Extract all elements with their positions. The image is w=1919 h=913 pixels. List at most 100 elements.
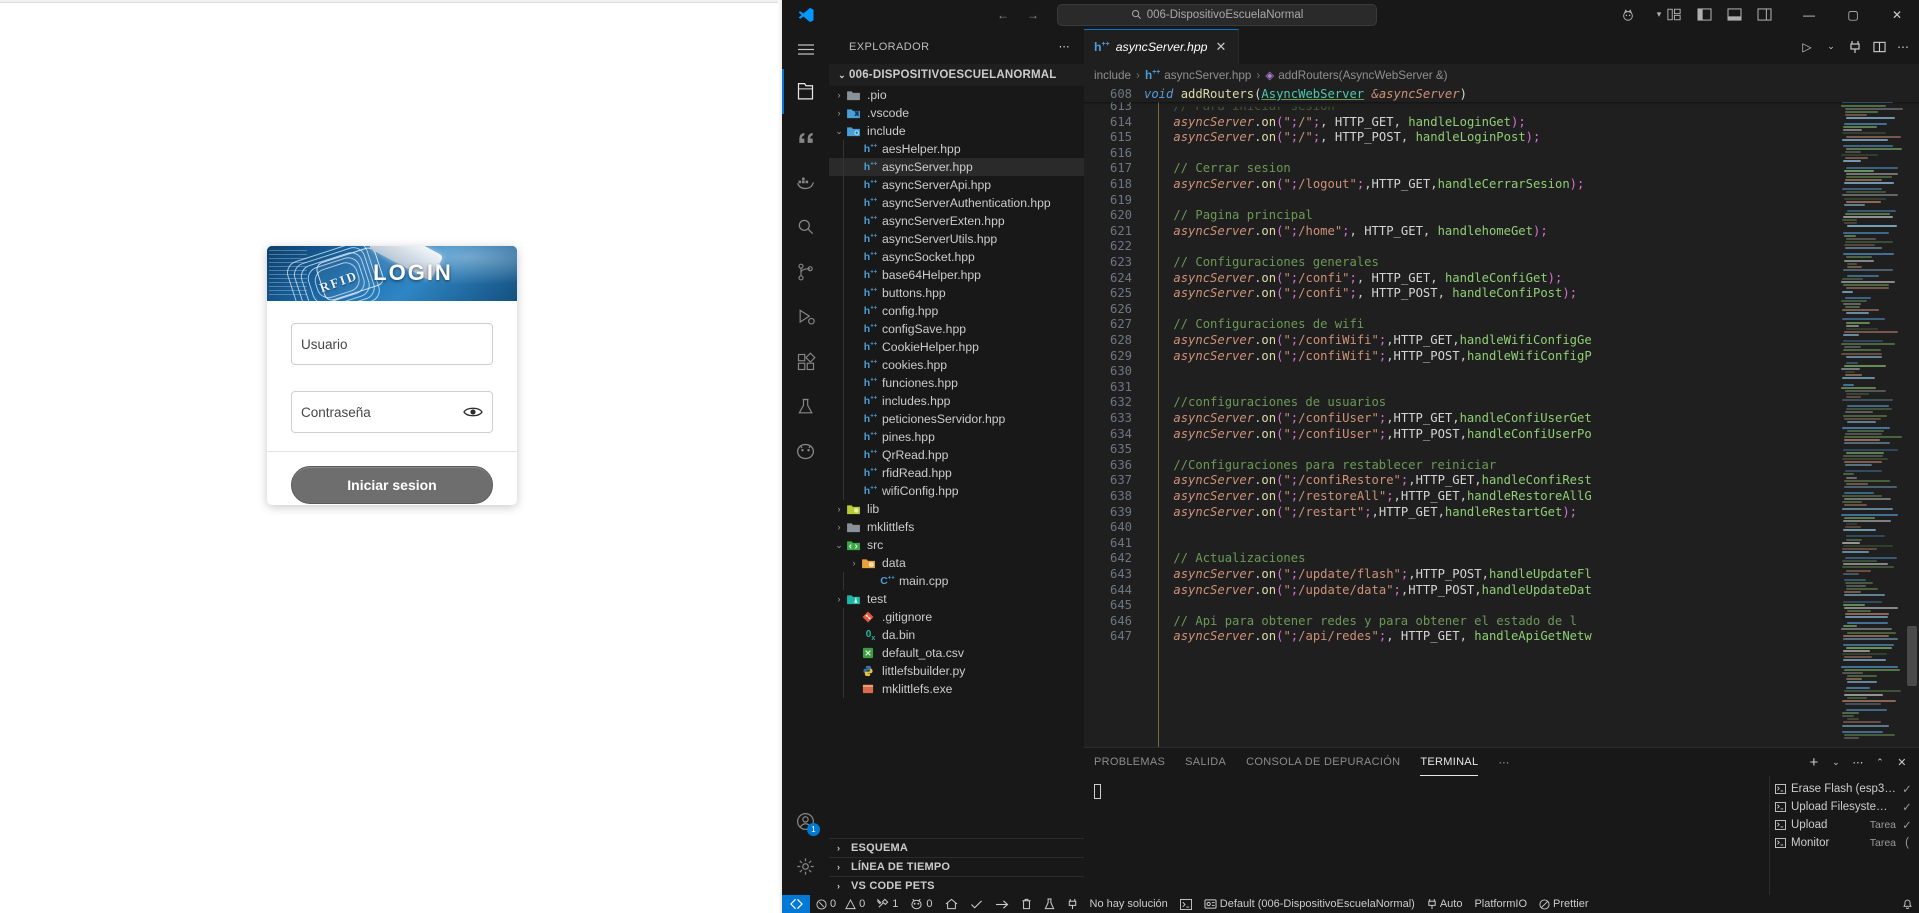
docker-icon[interactable] [782, 159, 829, 204]
tree-file-row[interactable]: h++ asyncServer.hpp [829, 158, 1084, 176]
code-line[interactable]: //Configuraciones para restablecer reini… [1144, 458, 1496, 472]
platformio-icon[interactable] [782, 429, 829, 474]
code-line[interactable]: // Pagina principal [1144, 208, 1313, 222]
run-and-debug-icon[interactable] [782, 294, 829, 339]
terminal-list-item[interactable]: Erase Flash (esp32de... ✓ [1770, 780, 1919, 798]
tree-file-row[interactable]: h++ base64Helper.hpp [829, 266, 1084, 284]
arrow-left-icon[interactable]: ← [995, 8, 1011, 22]
code-line[interactable]: asyncServer.on(";/restart";,HTTP_GET,han… [1144, 505, 1577, 519]
sidebar-panel-esquema[interactable]: › ESQUEMA [829, 838, 1084, 857]
serial-monitor-icon[interactable] [1843, 40, 1867, 54]
ellipsis-icon[interactable]: ⋯ [1053, 40, 1076, 53]
window-close-button[interactable]: ✕ [1875, 8, 1919, 22]
tree-file-row[interactable]: .gitignore [829, 608, 1084, 626]
tree-folder-row[interactable]: › lib [829, 500, 1084, 518]
extensions-icon[interactable] [782, 339, 829, 384]
run-icon[interactable]: ▷ [1795, 40, 1819, 54]
tree-file-row[interactable]: h++ funciones.hpp [829, 374, 1084, 392]
tree-file-row[interactable]: h++ aesHelper.hpp [829, 140, 1084, 158]
file-tree[interactable]: › .pio › .vscode ⌄ include h++ aesHelper.hpp h++… [829, 86, 1084, 838]
status-board-env[interactable]: Default (006-DispositivoEscuelaNormal) [1198, 895, 1421, 913]
tree-file-row[interactable]: h++ CookieHelper.hpp [829, 338, 1084, 356]
tree-folder-row[interactable]: › mklittlefs [829, 518, 1084, 536]
terminal-list-item[interactable]: Upload Tarea ✓ [1770, 816, 1919, 834]
status-clean-button[interactable] [1015, 895, 1038, 913]
tree-file-row[interactable]: mklittlefs.exe [829, 680, 1084, 698]
tree-file-row[interactable]: h++ cookies.hpp [829, 356, 1084, 374]
tree-file-row[interactable]: h++ includes.hpp [829, 392, 1084, 410]
chevron-down-icon[interactable]: ⌄ [831, 540, 847, 551]
status-build-check-button[interactable] [964, 895, 989, 913]
new-terminal-icon[interactable]: + [1803, 754, 1825, 771]
status-serial-port[interactable]: Auto [1421, 895, 1469, 913]
tree-folder-row[interactable]: › .vscode [829, 104, 1084, 122]
tree-file-row[interactable]: littlefsbuilder.py [829, 662, 1084, 680]
chevron-down-icon[interactable]: ⌄ [1819, 41, 1843, 52]
tree-file-row[interactable]: h++ asyncServerUtils.hpp [829, 230, 1084, 248]
chevron-right-icon[interactable]: › [831, 108, 847, 118]
tree-file-row[interactable]: h++ wifiConfig.hpp [829, 482, 1084, 500]
accounts-icon[interactable]: 1 [782, 799, 829, 844]
code-line[interactable]: // Actualizaciones [1144, 551, 1305, 565]
code-viewport[interactable]: 608 void addRouters(AsyncWebServer &asyn… [1084, 86, 1919, 747]
minimap[interactable] [1839, 86, 1905, 747]
code-line[interactable]: asyncServer.on(";/confi";, HTTP_GET, han… [1144, 271, 1562, 285]
chevron-down-icon[interactable]: ▾ [1651, 9, 1667, 20]
status-platformio-label[interactable]: PlatformIO [1468, 895, 1533, 913]
code-line[interactable]: asyncServer.on(";/confiRestore";,HTTP_GE… [1144, 473, 1592, 487]
tree-file-row[interactable]: default_ota.csv [829, 644, 1084, 662]
code-line[interactable]: asyncServer.on(";/update/flash";,HTTP_PO… [1144, 567, 1592, 581]
ellipsis-icon[interactable]: ⋯ [1847, 756, 1869, 769]
tree-file-row[interactable]: h++ buttons.hpp [829, 284, 1084, 302]
explorer-icon[interactable] [782, 69, 829, 114]
tree-file-row[interactable]: h++ pines.hpp [829, 428, 1084, 446]
tree-folder-row[interactable]: ⌄ include [829, 122, 1084, 140]
code-line[interactable]: asyncServer.on(";/confiUser";,HTTP_POST,… [1144, 427, 1592, 441]
vscode-pets-icon[interactable] [1621, 8, 1651, 22]
tree-file-row[interactable]: h++ rfidRead.hpp [829, 464, 1084, 482]
code-line[interactable]: asyncServer.on(";/update/data";,HTTP_POS… [1144, 583, 1592, 597]
settings-gear-icon[interactable] [782, 844, 829, 889]
breadcrumb-symbol[interactable]: ◈ addRouters(AsyncWebServer &) [1265, 68, 1447, 82]
sidebar-panel-timeline[interactable]: › LÍNEA DE TIEMPO [829, 857, 1084, 876]
code-line[interactable]: // Cerrar sesion [1144, 161, 1291, 175]
code-line[interactable]: asyncServer.on(";/confiWifi";,HTTP_GET,h… [1144, 333, 1592, 347]
tree-folder-row[interactable]: › test [829, 590, 1084, 608]
arrow-right-icon[interactable]: → [1025, 8, 1041, 22]
login-submit-button[interactable]: Iniciar sesion [291, 466, 493, 504]
code-line[interactable]: asyncServer.on(";/confiWifi";,HTTP_POST,… [1144, 349, 1592, 363]
chevron-right-icon[interactable]: › [831, 522, 847, 532]
status-platformio-alien[interactable]: 0 [904, 895, 938, 913]
chevron-down-icon[interactable]: ⌄ [1825, 757, 1847, 768]
panel-tab-problemas[interactable]: PROBLEMAS [1094, 748, 1165, 776]
customize-layout-icon[interactable] [1667, 8, 1697, 21]
breadcrumb-file[interactable]: h++ asyncServer.hpp [1145, 69, 1251, 82]
terminal-list-item[interactable]: Monitor Tarea ( [1770, 834, 1919, 852]
code-line[interactable]: asyncServer.on(";/confi";, HTTP_POST, ha… [1144, 286, 1577, 300]
status-errors[interactable]: 0 0 [810, 895, 871, 913]
panel-tab-terminal[interactable]: TERMINAL [1420, 748, 1478, 776]
scrollbar-thumb[interactable] [1907, 626, 1917, 686]
quote-icon[interactable] [782, 114, 829, 159]
tree-folder-row[interactable]: › .pio [829, 86, 1084, 104]
quick-open-search[interactable]: 006-DispositivoEscuelaNormal [1057, 4, 1377, 26]
toggle-primary-sidebar-icon[interactable] [1697, 8, 1727, 21]
password-input[interactable]: Contraseña [291, 391, 493, 433]
code-line[interactable]: asyncServer.on(";/restoreAll";,HTTP_GET,… [1144, 489, 1592, 503]
search-icon[interactable] [782, 204, 829, 249]
status-test-button[interactable] [1038, 895, 1061, 913]
close-icon[interactable]: ✕ [1891, 756, 1913, 769]
tree-folder-row[interactable]: › data [829, 554, 1084, 572]
chevron-right-icon[interactable]: › [846, 558, 862, 568]
tree-folder-row[interactable]: ⌄ src [829, 536, 1084, 554]
chevron-right-icon[interactable]: › [831, 594, 847, 604]
root-folder-row[interactable]: ⌄ 006-DISPOSITIVOESCUELANORMAL [829, 64, 1084, 86]
tree-file-row[interactable]: h++ asyncServerExten.hpp [829, 212, 1084, 230]
code-line[interactable]: //configuraciones de usuarios [1144, 395, 1386, 409]
status-notifications[interactable] [1896, 895, 1919, 913]
code-line[interactable]: asyncServer.on(";/";, HTTP_GET, handleLo… [1144, 115, 1526, 129]
window-maximize-button[interactable]: ▢ [1831, 8, 1875, 22]
tree-file-row[interactable]: C++ main.cpp [829, 572, 1084, 590]
ellipsis-icon[interactable]: ⋯ [1498, 748, 1509, 776]
chevron-right-icon[interactable]: › [831, 504, 847, 514]
